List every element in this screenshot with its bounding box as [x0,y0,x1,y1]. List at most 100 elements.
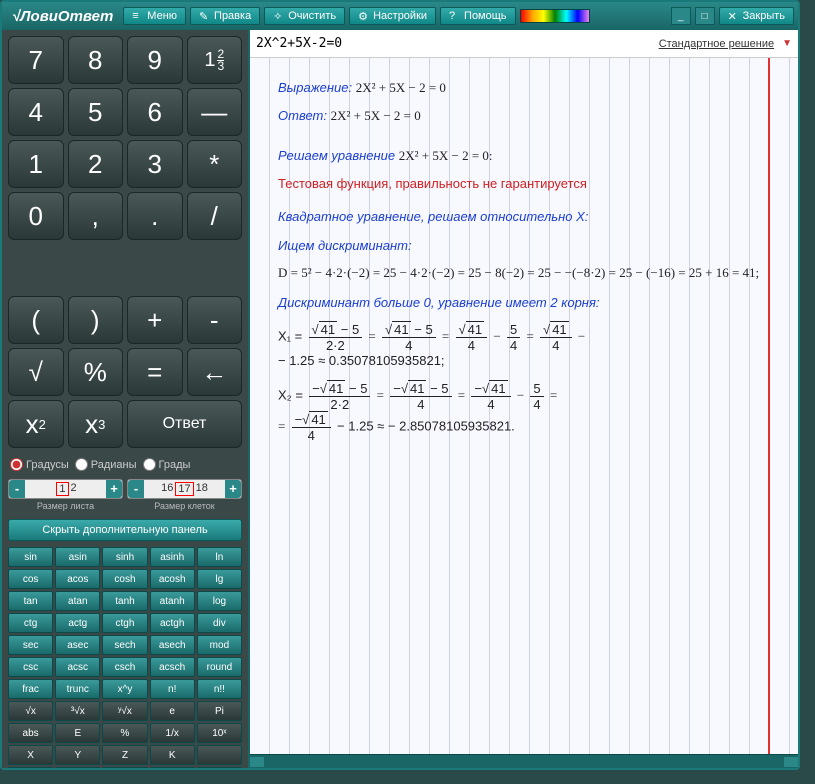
cell-size-minus[interactable]: - [128,480,144,498]
fn-Y[interactable]: Y [55,745,100,765]
fn-n!![interactable]: n!! [197,679,242,699]
angle-grads[interactable]: Грады [143,458,191,471]
fn-acosh[interactable]: acosh [150,569,195,589]
key-6[interactable]: 6 [127,88,183,136]
key-divide[interactable]: / [187,192,243,240]
key-dot[interactable]: . [127,192,183,240]
fn-X[interactable]: X [8,745,53,765]
fn-n![interactable]: n! [150,679,195,699]
fn-sec[interactable]: sec [8,635,53,655]
fn-asinh[interactable]: asinh [150,547,195,567]
key-answer[interactable]: Ответ [127,400,242,448]
key-backspace[interactable]: ← [187,348,243,396]
angle-degrees[interactable]: Градусы [10,458,69,471]
radio-radians[interactable] [75,458,88,471]
fn-tan[interactable]: tan [8,591,53,611]
key-9[interactable]: 9 [127,36,183,84]
key-percent[interactable]: % [68,348,124,396]
key-comma[interactable]: , [68,192,124,240]
fn-mod[interactable]: mod [197,635,242,655]
edit-button[interactable]: ✎Правка [190,7,260,25]
key-minus[interactable]: — [187,88,243,136]
fn-asech[interactable]: asech [150,635,195,655]
fn-acsch[interactable]: acsch [150,657,195,677]
fn-F[interactable]: F [102,767,147,768]
fn-csc[interactable]: csc [8,657,53,677]
key-x-cubed[interactable]: x3 [68,400,124,448]
radio-degrees[interactable] [10,458,23,471]
fn-ctgh[interactable]: ctgh [102,613,147,633]
cell-size-plus[interactable]: + [225,480,241,498]
expression-input[interactable] [256,36,651,51]
help-button[interactable]: ?Помощь [440,7,516,25]
key-equals[interactable]: = [127,348,183,396]
key-sqrt[interactable]: √ [8,348,64,396]
fn-√x[interactable]: √x [8,701,53,721]
fn-sinh[interactable]: sinh [102,547,147,567]
fn-Помощь[interactable]: Помощь [197,767,242,768]
menu-button[interactable]: ≡Меню [123,7,186,25]
fn-acos[interactable]: acos [55,569,100,589]
fn-D[interactable]: D [8,767,53,768]
fn-ctg[interactable]: ctg [8,613,53,633]
fn-trunc[interactable]: trunc [55,679,100,699]
key-4[interactable]: 4 [8,88,64,136]
fn-1/x[interactable]: 1/x [150,723,195,743]
fn-atan[interactable]: atan [55,591,100,611]
key-8[interactable]: 8 [68,36,124,84]
fn-acsc[interactable]: acsc [55,657,100,677]
fn-sin[interactable]: sin [8,547,53,567]
key-5[interactable]: 5 [68,88,124,136]
sheet-size-minus[interactable]: - [9,480,25,498]
minimize-button[interactable]: _ [671,7,691,25]
fn-asin[interactable]: asin [55,547,100,567]
fn-cos[interactable]: cos [8,569,53,589]
key-3[interactable]: 3 [127,140,183,188]
fn-³√x[interactable]: ³√x [55,701,100,721]
key-x-squared[interactable]: x2 [8,400,64,448]
fn-ʸ√x[interactable]: ʸ√x [102,701,147,721]
key-0[interactable]: 0 [8,192,64,240]
fn-cosh[interactable]: cosh [102,569,147,589]
fn-e[interactable]: e [150,701,195,721]
key-2[interactable]: 2 [68,140,124,188]
chevron-down-icon[interactable]: ▼ [782,38,792,49]
fn-csch[interactable]: csch [102,657,147,677]
fn-I[interactable]: I [55,767,100,768]
fn-asec[interactable]: asec [55,635,100,655]
key-multiply[interactable]: * [187,140,243,188]
sheet-size-plus[interactable]: + [106,480,122,498]
hide-panel-button[interactable]: Скрыть дополнительную панель [8,519,242,541]
key-7[interactable]: 7 [8,36,64,84]
fn-ln[interactable]: ln [197,547,242,567]
fn-sech[interactable]: sech [102,635,147,655]
close-button[interactable]: ✕Закрыть [719,7,794,25]
key-rparen[interactable]: ) [68,296,124,344]
key-neg[interactable]: - [187,296,243,344]
fn-lg[interactable]: lg [197,569,242,589]
horizontal-scrollbar[interactable] [250,754,798,768]
fn-round[interactable]: round [197,657,242,677]
fn-E[interactable]: E [55,723,100,743]
radio-grads[interactable] [143,458,156,471]
fn-F[interactable]: F [150,767,195,768]
fn-actgh[interactable]: actgh [150,613,195,633]
fn-log[interactable]: log [197,591,242,611]
fn-blank[interactable] [197,745,242,765]
fn-atanh[interactable]: atanh [150,591,195,611]
key-lparen[interactable]: ( [8,296,64,344]
fn-Z[interactable]: Z [102,745,147,765]
fn-abs[interactable]: abs [8,723,53,743]
fn-K[interactable]: K [150,745,195,765]
fn-%[interactable]: % [102,723,147,743]
angle-radians[interactable]: Радианы [75,458,137,471]
fn-actg[interactable]: actg [55,613,100,633]
key-mixed-fraction[interactable]: 123 [187,36,243,84]
maximize-button[interactable]: □ [695,7,715,25]
key-plus[interactable]: + [127,296,183,344]
key-1[interactable]: 1 [8,140,64,188]
fn-div[interactable]: div [197,613,242,633]
clear-button[interactable]: ✧Очистить [264,7,345,25]
fn-frac[interactable]: frac [8,679,53,699]
settings-button[interactable]: ⚙Настройки [349,7,436,25]
